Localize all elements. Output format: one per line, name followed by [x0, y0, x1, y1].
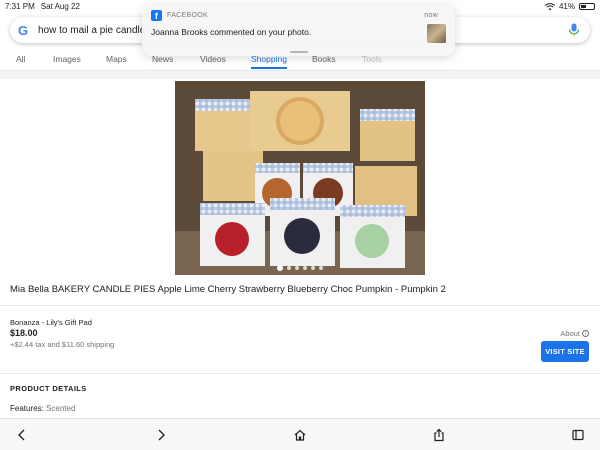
bottom-toolbar: [0, 418, 600, 450]
tab-images[interactable]: Images: [53, 54, 81, 64]
wifi-icon: [544, 2, 555, 10]
forward-icon[interactable]: [154, 428, 168, 442]
features-value: Scented: [46, 404, 76, 413]
tab-maps[interactable]: Maps: [106, 54, 127, 64]
about-label: About: [560, 329, 580, 338]
notification-time: now: [424, 12, 438, 19]
microphone-icon[interactable]: [568, 23, 580, 37]
notification-app: FACEBOOK: [167, 12, 208, 19]
price: $18.00: [10, 328, 38, 338]
status-date: Sat Aug 22: [40, 2, 80, 11]
carousel-dot[interactable]: [311, 266, 315, 270]
notification-thumbnail: [427, 24, 446, 43]
product-details-heading: PRODUCT DETAILS: [10, 384, 87, 393]
back-icon[interactable]: [15, 428, 29, 442]
google-logo-icon: G: [17, 22, 29, 38]
divider: [0, 373, 600, 374]
status-time: 7:31 PM: [5, 2, 35, 11]
visit-site-button[interactable]: VISIT SITE: [541, 341, 589, 362]
product-photo: [175, 81, 425, 275]
divider: [0, 305, 600, 306]
carousel-dot[interactable]: [319, 266, 323, 270]
facebook-icon: f: [151, 10, 162, 21]
carousel-dot[interactable]: [295, 266, 299, 270]
features-row: Features: Scented: [10, 404, 75, 413]
product-title: Mia Bella BAKERY CANDLE PIES Apple Lime …: [10, 284, 446, 295]
carousel-dots[interactable]: [175, 265, 425, 271]
features-label: Features:: [10, 404, 44, 413]
home-icon[interactable]: [293, 428, 307, 442]
battery-icon: [579, 3, 595, 10]
carousel-dot[interactable]: [287, 266, 291, 270]
tabs-icon[interactable]: [571, 428, 585, 442]
separator-band: [0, 71, 600, 79]
tab-all[interactable]: All: [16, 54, 25, 64]
info-icon: i: [582, 330, 589, 337]
shipping-info: +$2.44 tax and $11.60 shipping: [10, 340, 115, 349]
notification-handle[interactable]: [289, 51, 308, 53]
battery-percent: 41%: [558, 2, 575, 11]
product-image-carousel[interactable]: [175, 81, 425, 275]
search-input[interactable]: how to mail a pie candle: [38, 25, 145, 36]
carousel-dot[interactable]: [303, 266, 307, 270]
about-link[interactable]: About i: [560, 329, 589, 338]
seller-name[interactable]: Bonanza - Lily's Gift Pad: [10, 318, 92, 327]
notification-message: Joanna Brooks commented on your photo.: [151, 27, 312, 37]
carousel-dot[interactable]: [277, 265, 283, 271]
share-icon[interactable]: [432, 428, 446, 442]
facebook-notification[interactable]: f FACEBOOK now Joanna Brooks commented o…: [142, 4, 455, 56]
